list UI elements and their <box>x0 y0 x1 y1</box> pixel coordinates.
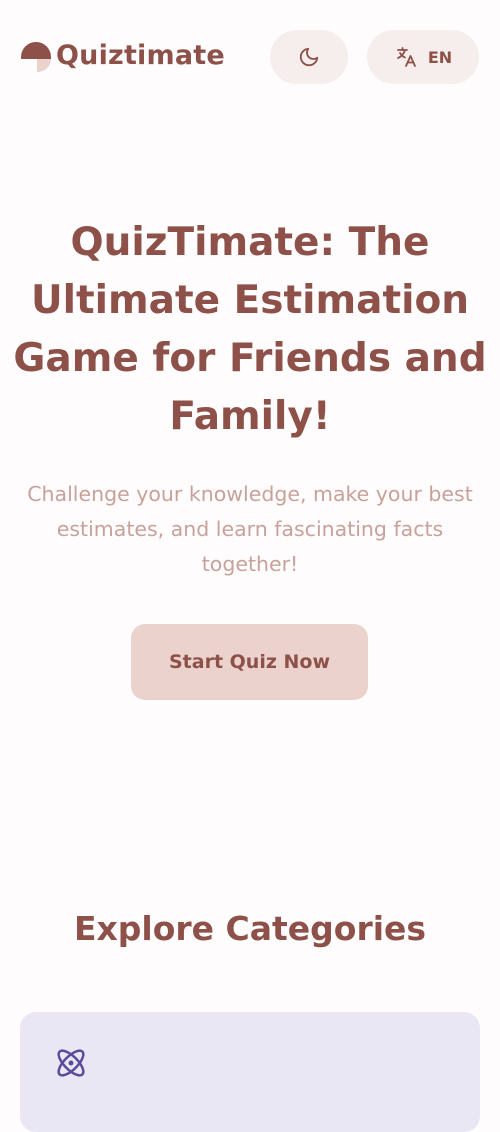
moon-icon <box>299 47 319 67</box>
language-code: EN <box>427 47 453 67</box>
logo-mark-icon <box>21 42 51 72</box>
top-header: Quiztimate EN <box>0 0 500 112</box>
hero-subtitle: Challenge your knowledge, make your best… <box>27 482 473 576</box>
translate-icon <box>396 47 416 67</box>
start-quiz-button[interactable]: Start Quiz Now <box>131 624 368 700</box>
atom-icon <box>57 1049 85 1077</box>
site-logo[interactable]: Quiztimate <box>20 38 225 74</box>
language-selector-button[interactable]: EN <box>367 30 479 84</box>
logo-text: Quiztimate <box>56 40 225 71</box>
category-card-science[interactable] <box>20 1012 480 1132</box>
categories-section-title: Explore Categories <box>73 909 427 948</box>
theme-toggle-button[interactable] <box>270 30 348 84</box>
hero-title: QuizTimate: The Ultimate Estimation Game… <box>13 220 487 439</box>
